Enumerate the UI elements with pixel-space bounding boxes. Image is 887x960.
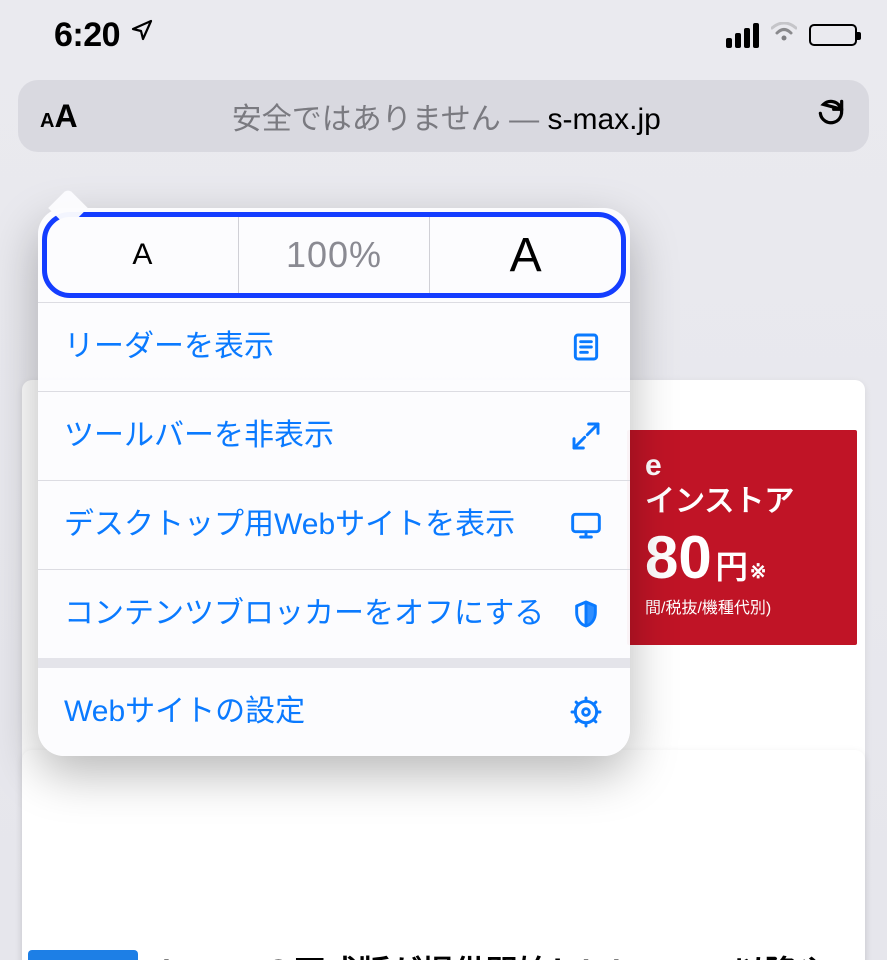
not-secure-label: 安全ではありません: [232, 103, 501, 136]
battery-icon: [809, 24, 857, 46]
article-item[interactable]: 9月 20 iOS 13の正式版が提供開始！iPhone 6s以降やiPod t…: [28, 950, 859, 960]
expand-icon: [568, 418, 604, 454]
menu-item-label: ツールバーを非表示: [64, 418, 550, 454]
zoom-control: A 100% A: [42, 212, 626, 298]
menu-item-label: コンテンツブロッカーをオフにする: [64, 596, 550, 632]
menu-item-label: リーダーを表示: [64, 329, 550, 365]
url-text[interactable]: 安全ではありません — s-max.jp: [96, 94, 797, 138]
text-size-button[interactable]: AA: [40, 98, 78, 135]
wifi-icon: [771, 21, 797, 49]
ad-banner[interactable]: e インストア 80 円 ※ 間/税抜/機種代別): [627, 430, 857, 645]
url-domain: s-max.jp: [547, 103, 660, 136]
url-bar[interactable]: AA 安全ではありません — s-max.jp: [18, 80, 869, 152]
menu-item-reader[interactable]: リーダーを表示: [38, 302, 630, 391]
menu-item-expand[interactable]: ツールバーを非表示: [38, 391, 630, 480]
shield-icon: [568, 596, 604, 632]
cellular-signal-icon: [726, 23, 759, 48]
menu-item-shield[interactable]: コンテンツブロッカーをオフにする: [38, 569, 630, 658]
reader-icon: [568, 329, 604, 365]
menu-item-desktop[interactable]: デスクトップ用Webサイトを表示: [38, 480, 630, 569]
desktop-icon: [568, 507, 604, 543]
zoom-out-button[interactable]: A: [47, 217, 238, 293]
gear-icon: [568, 694, 604, 730]
zoom-level-button[interactable]: 100%: [238, 217, 430, 293]
menu-item-gear[interactable]: Webサイトの設定: [38, 658, 630, 756]
reload-icon[interactable]: [815, 96, 847, 137]
date-badge: 9月 20: [28, 950, 138, 960]
menu-item-label: Webサイトの設定: [64, 694, 550, 730]
zoom-in-button[interactable]: A: [429, 217, 621, 293]
menu-item-label: デスクトップ用Webサイトを表示: [64, 507, 550, 543]
article-title: iOS 13の正式版が提供開始！iPhone 6s以降やiPod touch（第…: [162, 950, 859, 960]
location-icon: [130, 18, 154, 49]
aa-popover-menu: A 100% A リーダーを表示ツールバーを非表示デスクトップ用Webサイトを表…: [38, 208, 630, 756]
status-time: 6:20: [54, 16, 120, 55]
status-bar: 6:20: [0, 0, 887, 70]
date-month: 9月: [28, 950, 138, 960]
